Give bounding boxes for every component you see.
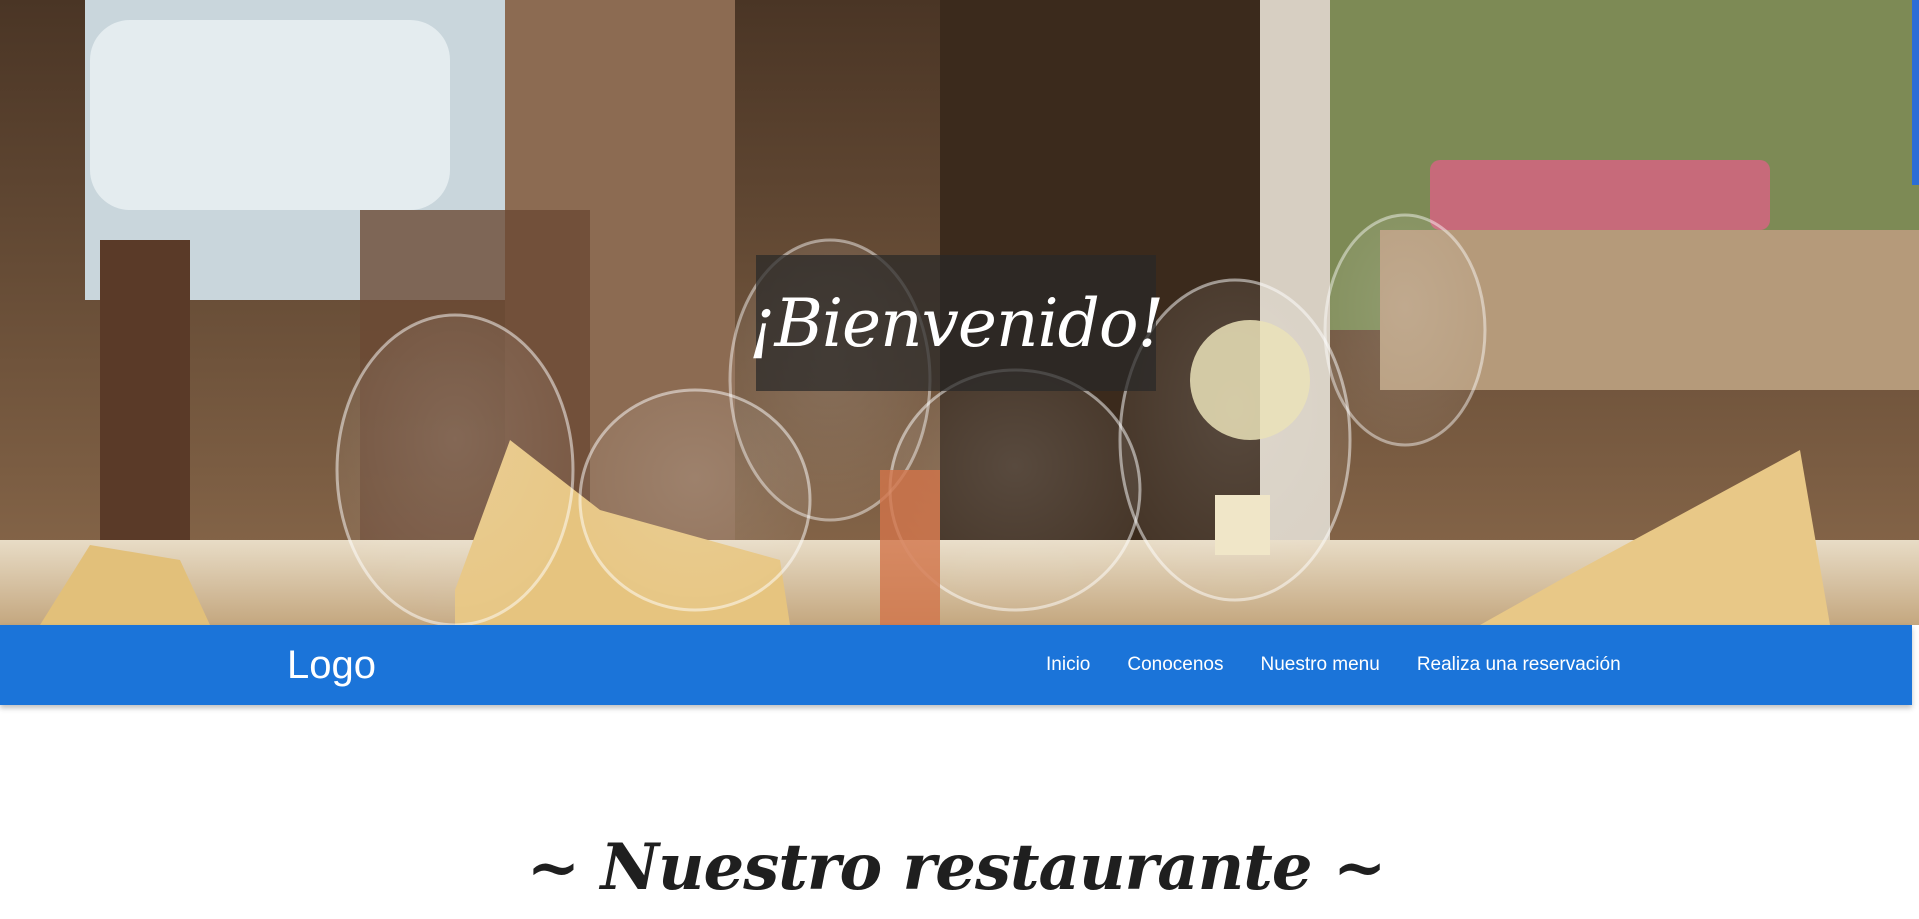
nav-link-conocenos[interactable]: Conocenos — [1127, 654, 1223, 676]
hero-title: ¡Bienvenido! — [748, 284, 1164, 362]
main-navbar: Logo Inicio Conocenos Nuestro menu Reali… — [0, 625, 1912, 705]
section-title: ~ Nuestro restaurante ~ — [526, 830, 1387, 906]
logo[interactable]: Logo — [287, 643, 376, 687]
nav-links: Inicio Conocenos Nuestro menu Realiza un… — [1030, 625, 1621, 705]
page: ¡Bienvenido! Logo Inicio Conocenos Nuest… — [0, 0, 1919, 919]
hero-title-box: ¡Bienvenido! — [749, 255, 1164, 391]
scrollbar-thumb[interactable] — [1912, 0, 1919, 185]
nav-link-inicio[interactable]: Inicio — [1046, 654, 1090, 676]
nav-link-nuestro-menu[interactable]: Nuestro menu — [1260, 654, 1379, 676]
nav-link-reservacion[interactable]: Realiza una reservación — [1417, 654, 1621, 676]
hero-banner: ¡Bienvenido! — [0, 0, 1919, 625]
